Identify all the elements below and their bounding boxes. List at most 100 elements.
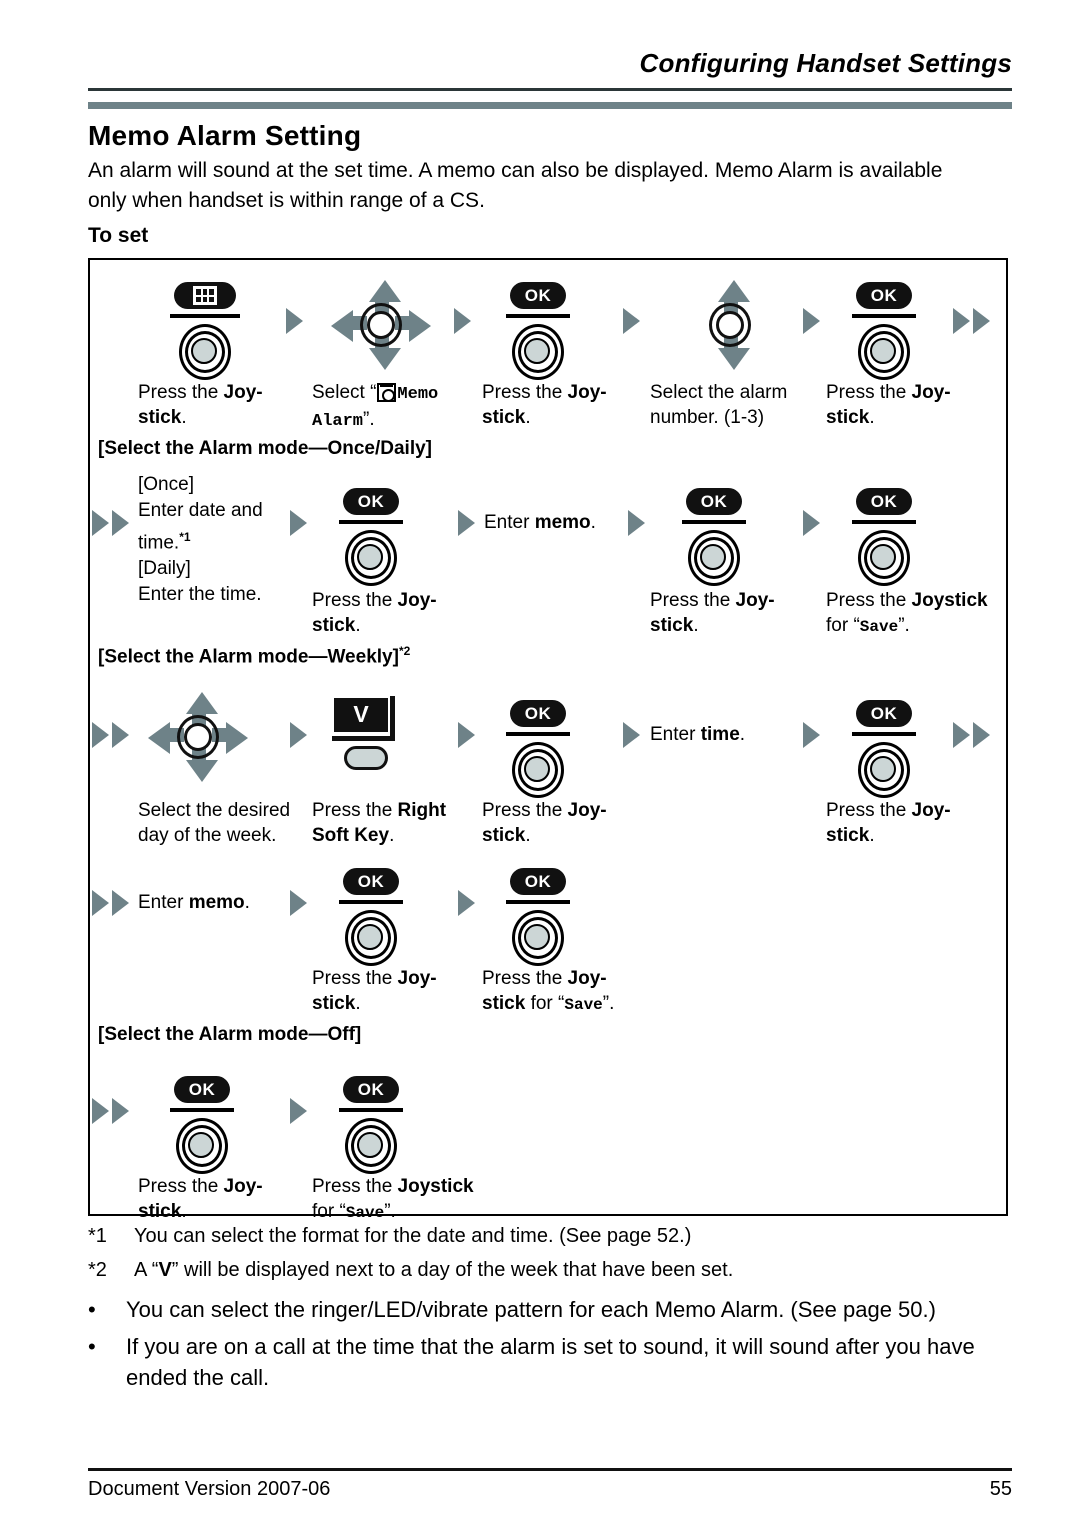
- once-daily-instruction: [Once] Enter date and time.*1 [Daily] En…: [138, 472, 303, 608]
- caption: Select “ Memo Alarm”.: [312, 380, 482, 434]
- ok-key-label: OK: [510, 700, 566, 727]
- caption-strong: Right: [397, 800, 447, 821]
- document-page: Configuring Handset Settings Memo Alarm …: [0, 0, 1080, 1529]
- caption: Press the Joy-stick.: [826, 380, 986, 430]
- caption-text: for “: [826, 615, 860, 636]
- bullet-text: You can select the ringer/LED/vibrate pa…: [126, 1297, 936, 1322]
- caption-mono: Save: [859, 618, 899, 636]
- caption-text: time.: [138, 532, 180, 554]
- flow-arrow-double: [92, 890, 132, 916]
- caption: Select the alarm number. (1-3): [650, 380, 825, 430]
- caption: Press the Joy-stick.: [138, 1174, 298, 1224]
- flow-arrow: [290, 510, 307, 536]
- footnote-1: *1 You can select the format for the dat…: [88, 1222, 988, 1250]
- caption: Press the Joystick for “Save”.: [312, 1174, 507, 1226]
- caption: Press the Joy-stick.: [482, 380, 632, 430]
- caption-text: [Once]: [138, 474, 194, 495]
- caption-strong: Joy-: [911, 800, 951, 821]
- caption-mono: Save: [564, 996, 603, 1014]
- joystick-icon: [345, 910, 397, 966]
- bullet-dot: •: [88, 1334, 96, 1359]
- flow-arrow: [623, 308, 640, 334]
- flow-arrow: [458, 722, 475, 748]
- bullet-item: • You can select the ringer/LED/vibrate …: [88, 1294, 1008, 1325]
- caption-text: Press the: [138, 1176, 224, 1197]
- caption-text: Press the: [312, 590, 398, 611]
- caption-strong: stick: [482, 825, 526, 846]
- caption-strong: stick: [482, 993, 526, 1014]
- caption-text: .: [525, 825, 531, 846]
- joystick-4way-icon: [148, 692, 248, 782]
- grid-glyph: [193, 286, 217, 305]
- caption-strong: memo: [188, 892, 245, 913]
- caption-strong: stick: [482, 407, 526, 428]
- caption-strong: stick: [826, 825, 870, 846]
- caption-strong: Soft Key: [312, 825, 390, 846]
- caption-text: .: [590, 512, 596, 533]
- joystick-icon: [858, 530, 910, 586]
- footnote-text: You can select the format for the date a…: [134, 1225, 692, 1247]
- joystick-icon: [345, 1118, 397, 1174]
- caption-strong: memo: [534, 512, 591, 533]
- caption-text: .: [869, 407, 875, 428]
- joystick-icon: [858, 324, 910, 380]
- caption-text: .: [355, 615, 361, 636]
- bullet-dot: •: [88, 1297, 96, 1322]
- section-heading-off: [Select the Alarm mode—Off]: [98, 1024, 362, 1045]
- footnote-text: A “: [134, 1259, 159, 1281]
- section-heading-text: [Select the Alarm mode—Weekly]: [98, 646, 399, 668]
- caption-text: ”.: [602, 993, 615, 1014]
- flow-arrow-double: [92, 722, 132, 748]
- caption-text: Press the: [482, 382, 568, 403]
- caption: Press the Joy-stick for “Save”.: [482, 966, 672, 1018]
- footnote-marker: *1: [88, 1225, 107, 1247]
- header-rule-thick: [88, 102, 1012, 109]
- right-soft-key-icon: V: [332, 696, 408, 772]
- intro-paragraph: An alarm will sound at the set time. A m…: [88, 159, 943, 212]
- footer-page-number: 55: [989, 1478, 1012, 1500]
- caption-strong: stick: [138, 1201, 182, 1222]
- caption-strong: time: [700, 724, 740, 745]
- bullet-text: If you are on a call at the time that th…: [126, 1334, 975, 1390]
- caption-text: Select the alarm: [650, 382, 788, 403]
- joystick-icon: [512, 742, 564, 798]
- joystick-icon: [176, 1118, 228, 1174]
- caption: Press the Joy-stick.: [312, 966, 472, 1016]
- flow-arrow: [290, 1098, 307, 1124]
- caption-text: .: [244, 892, 250, 913]
- caption-text: Enter the time.: [138, 584, 262, 606]
- flow-arrow: [290, 722, 307, 748]
- caption-text: day of the week.: [138, 825, 277, 846]
- flow-arrow-double: [92, 1098, 132, 1124]
- ok-key-label: OK: [510, 282, 566, 309]
- caption-text: Enter: [650, 724, 701, 745]
- caption-strong: stick: [650, 615, 694, 636]
- flow-arrow: [623, 722, 640, 748]
- caption-text: Press the: [826, 382, 912, 403]
- caption-text: .: [525, 407, 531, 428]
- caption-strong: Joy-: [223, 1176, 263, 1197]
- caption-mono: Memo: [397, 385, 439, 404]
- enter-memo-caption: Enter memo.: [138, 890, 298, 915]
- caption-text: .: [869, 825, 875, 846]
- caption-text: Press the: [826, 590, 912, 611]
- caption-strong: stick: [826, 407, 870, 428]
- flow-arrow: [803, 308, 820, 334]
- caption-text: .: [739, 724, 746, 745]
- caption-strong: Joy-: [567, 382, 607, 403]
- caption-text: .: [389, 825, 395, 846]
- caption-text: [Daily]: [138, 558, 191, 580]
- caption-text: Press the: [826, 800, 912, 821]
- caption-strong: Joystick: [911, 590, 988, 611]
- caption-strong: Joy-: [735, 590, 775, 611]
- ok-key-label: OK: [856, 488, 912, 515]
- caption-text: ”.: [898, 615, 910, 636]
- caption-strong: stick: [138, 407, 182, 428]
- section-heading-weekly: [Select the Alarm mode—Weekly]*2: [98, 644, 410, 668]
- caption: Press the Joy-stick.: [826, 798, 986, 848]
- caption-text: Select the desired: [138, 800, 291, 821]
- alarm-clock-icon: [377, 383, 397, 402]
- flow-arrow-double: [953, 308, 993, 334]
- caption-text: Enter date and: [138, 500, 263, 521]
- header-rule-thin: [88, 88, 1012, 91]
